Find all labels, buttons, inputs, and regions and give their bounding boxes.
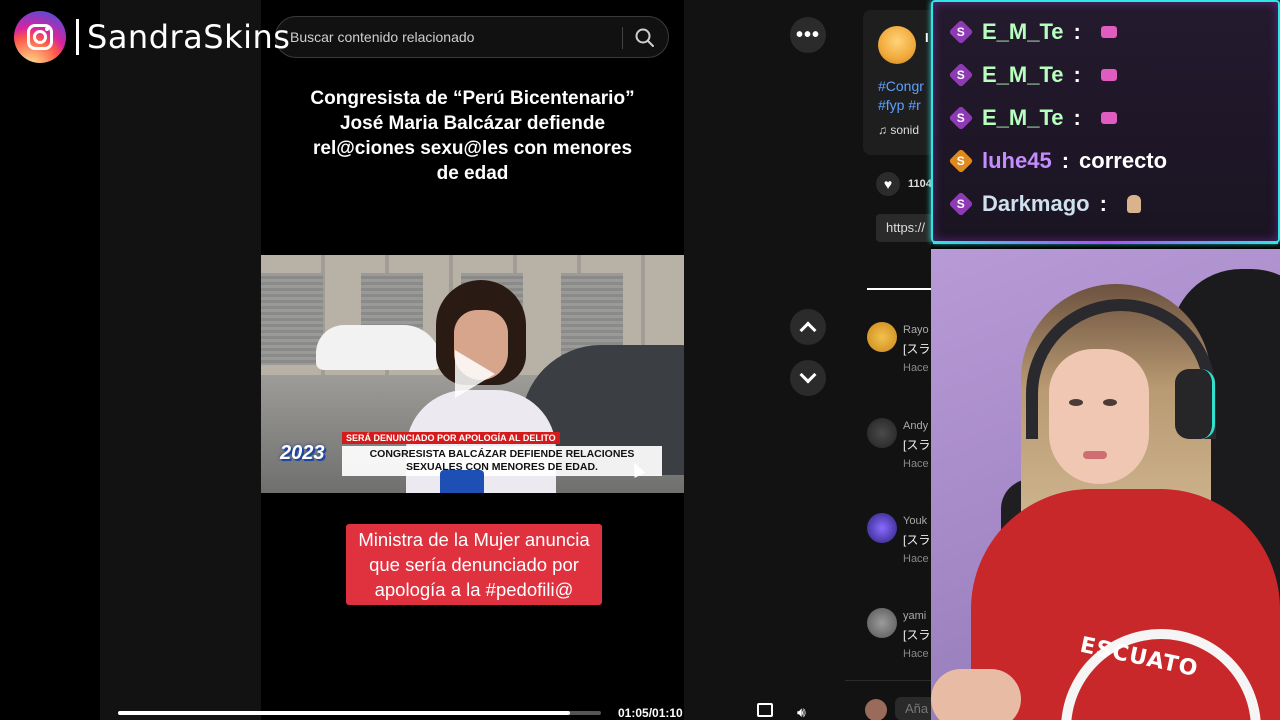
chevron-down-icon — [799, 366, 817, 384]
news-tag: SERÁ DENUNCIADO POR APOLOGÍA AL DELITO — [342, 432, 560, 444]
streamer-eye — [1103, 399, 1117, 406]
stream-chat-overlay: S E_M_Te: S E_M_Te: S E_M_Te: Sluhe45: correcto… — [931, 0, 1280, 244]
comment-text: [スラ — [903, 628, 931, 642]
streamer-eye — [1069, 399, 1083, 406]
streamer-brand: SandraSkins — [14, 11, 291, 63]
music-label[interactable]: ♫ sonid — [878, 123, 919, 137]
author-avatar[interactable] — [878, 26, 916, 64]
video-details-panel: I #Congr #fyp #r ♫ sonid ♥ 1104 https://… — [845, 0, 931, 720]
tab-comments[interactable]: C — [867, 262, 931, 290]
brand-name: SandraSkins — [87, 18, 291, 56]
chat-separator: : — [1099, 191, 1107, 216]
search-divider — [622, 27, 623, 49]
picture-in-picture-icon[interactable] — [757, 703, 773, 717]
chat-message: Sluhe45: correcto — [948, 148, 1168, 174]
chat-username[interactable]: E_M_Te — [982, 62, 1064, 88]
video-progress-fill — [118, 711, 570, 715]
chat-username[interactable]: Darkmago — [982, 191, 1090, 217]
author-card: I #Congr #fyp #r ♫ sonid — [863, 10, 931, 155]
chat-emote-icon — [1100, 112, 1117, 124]
comment-author[interactable]: Youk — [903, 515, 927, 527]
chat-message: S Darkmago: — [948, 191, 1141, 217]
subscriber-badge-icon: S — [948, 19, 974, 45]
streamer-hand — [931, 669, 1021, 720]
search-input[interactable] — [290, 17, 620, 57]
comment-author[interactable]: yami — [903, 610, 926, 622]
headset-earcup — [1175, 369, 1215, 439]
chat-text: correcto — [1079, 148, 1168, 173]
comment-time: Hace — [903, 458, 929, 470]
video-caption-top: Congresista de “Perú Bicentenario” José … — [310, 88, 635, 184]
next-video-button[interactable] — [790, 360, 826, 396]
subscriber-badge-icon: S — [948, 62, 974, 88]
chat-separator: : — [1061, 148, 1070, 173]
search-icon[interactable] — [632, 25, 658, 51]
video-caption-bottom: Ministra de la Mujer anuncia que sería d… — [346, 524, 602, 605]
volume-icon[interactable]: 🔊︎ — [797, 704, 806, 720]
comment-time: Hace — [903, 553, 929, 565]
video-time: 01:05/01:10 — [618, 706, 683, 720]
comment-time: Hace — [903, 648, 929, 660]
video-progress-bar[interactable] — [118, 711, 601, 715]
comment-text: [スラ — [903, 438, 931, 452]
comment-time: Hace — [903, 362, 929, 374]
previous-video-button[interactable] — [790, 309, 826, 345]
microphone-icon — [440, 470, 484, 493]
chat-message: S E_M_Te: — [948, 62, 1117, 88]
author-name[interactable]: I — [925, 30, 929, 45]
comment-text: [スラ — [903, 342, 931, 356]
avatar[interactable] — [867, 608, 897, 638]
chat-username[interactable]: luhe45 — [982, 148, 1052, 174]
news-lower-third: SERÁ DENUNCIADO POR APOLOGÍA AL DELITO C… — [342, 428, 662, 476]
chat-separator: : — [1073, 19, 1081, 44]
avatar — [865, 699, 887, 720]
hashtag[interactable]: #fyp #r — [878, 96, 924, 115]
avatar[interactable] — [867, 513, 897, 543]
search-bar[interactable] — [275, 16, 669, 58]
subscriber-badge-icon: S — [948, 105, 974, 131]
streamer-face — [1049, 349, 1149, 484]
chat-username[interactable]: E_M_Te — [982, 19, 1064, 45]
chat-emote-icon — [1126, 195, 1141, 213]
news-headline: CONGRESISTA BALCÁZAR DEFIENDE RELACIONES… — [342, 446, 662, 476]
streamer-lips — [1083, 451, 1107, 459]
more-options-button[interactable]: ••• — [790, 17, 826, 53]
copy-link-field[interactable]: https:// — [876, 214, 931, 242]
avatar[interactable] — [867, 322, 897, 352]
heart-icon[interactable]: ♥ — [876, 172, 900, 196]
like-row: ♥ 1104 — [876, 172, 931, 196]
like-count: 1104 — [908, 178, 931, 190]
streamer-webcam: ESCUATO — [931, 249, 1280, 720]
chevron-up-icon — [799, 321, 817, 339]
chat-emote-icon — [1100, 69, 1117, 81]
subscriber-badge-icon: S — [948, 148, 974, 174]
add-comment-bar: Aña — [845, 680, 931, 720]
chat-message: S E_M_Te: — [948, 19, 1117, 45]
hashtag[interactable]: #Congr — [878, 77, 924, 96]
comment-author[interactable]: Rayo — [903, 324, 929, 336]
play-icon[interactable] — [455, 350, 495, 398]
avatar[interactable] — [867, 418, 897, 448]
comment-author[interactable]: Andy — [903, 420, 928, 432]
news-year-tag: 2023 — [280, 442, 325, 464]
video-hashtags[interactable]: #Congr #fyp #r — [878, 77, 924, 115]
instagram-icon — [14, 11, 66, 63]
add-comment-input[interactable]: Aña — [895, 697, 931, 720]
chat-emote-icon — [1100, 26, 1117, 38]
subscriber-badge-icon: S — [948, 191, 974, 217]
chat-separator: : — [1073, 62, 1081, 87]
chat-username[interactable]: E_M_Te — [982, 105, 1064, 131]
brand-separator — [76, 19, 79, 55]
comment-text: [スラ — [903, 533, 931, 547]
chat-message: S E_M_Te: — [948, 105, 1117, 131]
chat-separator: : — [1073, 105, 1081, 130]
